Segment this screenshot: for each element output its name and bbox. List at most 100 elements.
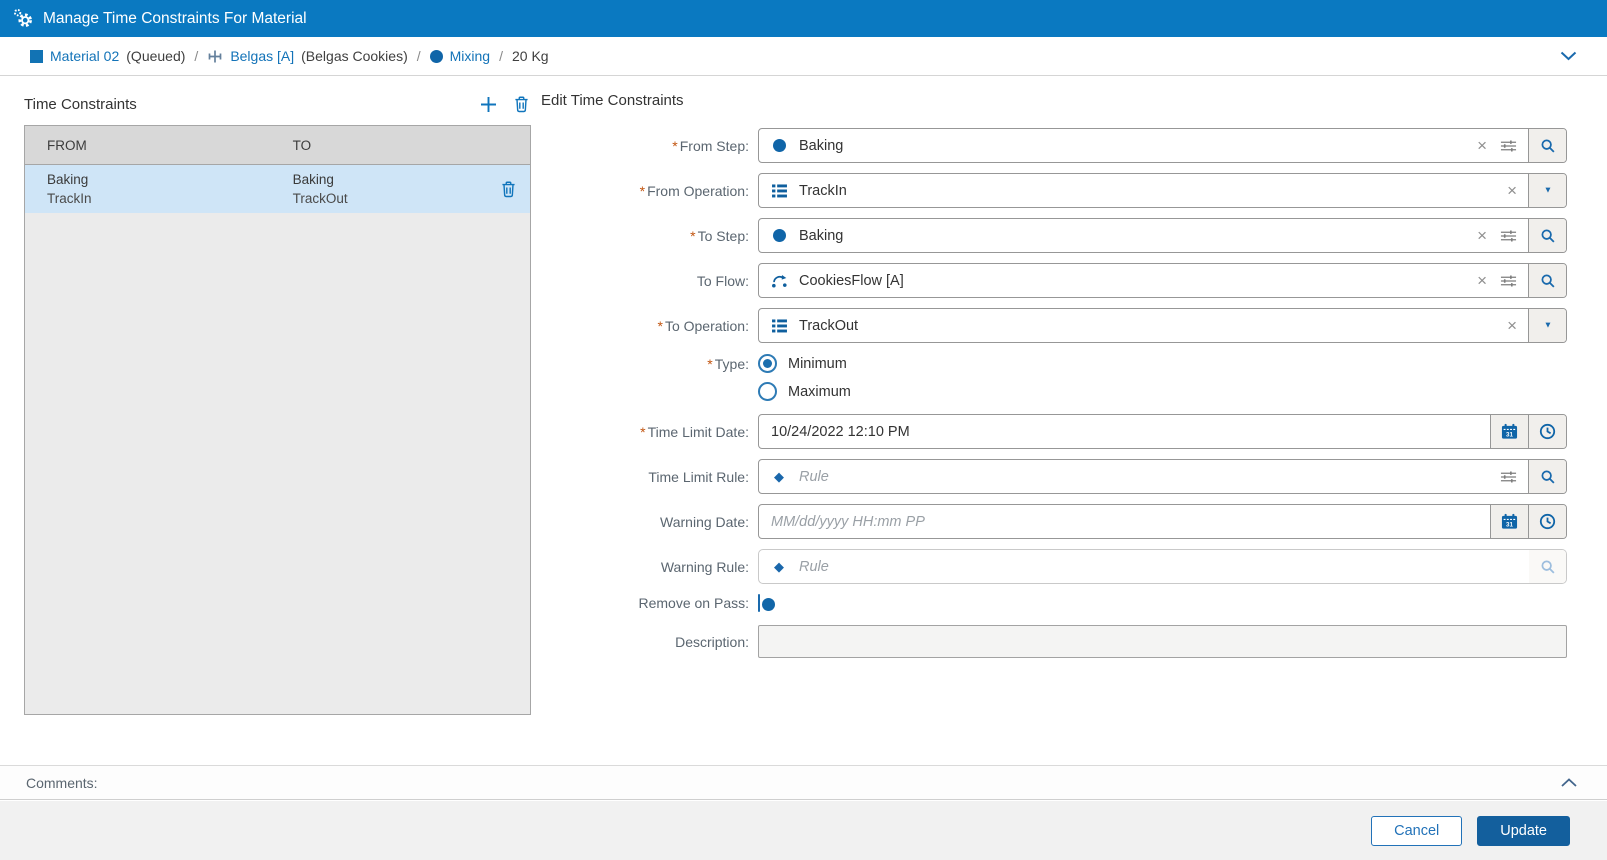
- chevron-down-icon: ▼: [1543, 320, 1552, 330]
- to-flow-search-button[interactable]: [1528, 264, 1566, 297]
- remove-on-pass-row: Remove on Pass:: [541, 594, 1567, 612]
- rule-diamond-icon: ◆: [774, 558, 784, 574]
- filter-settings-icon[interactable]: [1500, 274, 1517, 288]
- to-step-row: * To Step: Baking ×: [541, 218, 1567, 253]
- column-header-from: FROM: [47, 137, 87, 153]
- clear-icon[interactable]: ×: [1477, 137, 1487, 154]
- time-limit-date-calendar-button[interactable]: 31: [1490, 415, 1528, 448]
- form-title: Edit Time Constraints: [541, 92, 684, 109]
- edit-time-constraints-form: Edit Time Constraints * From Step: Baking…: [541, 92, 1567, 668]
- time-limit-date-clock-button[interactable]: [1528, 415, 1566, 448]
- breadcrumb-separator: /: [194, 48, 199, 64]
- time-limit-rule-field[interactable]: ◆ Rule: [758, 459, 1567, 494]
- warning-rule-field[interactable]: ◆ Rule: [758, 549, 1567, 584]
- comments-collapse-chevron-up-icon[interactable]: [1557, 774, 1581, 791]
- time-limit-rule-search-button[interactable]: [1528, 460, 1566, 493]
- time-limit-date-input[interactable]: [771, 423, 1490, 440]
- to-step-field[interactable]: Baking ×: [758, 218, 1567, 253]
- type-minimum-radio[interactable]: [758, 354, 777, 373]
- column-header-to: TO: [292, 137, 312, 153]
- material-icon: [30, 49, 43, 63]
- step-circle-icon: [759, 229, 799, 242]
- update-button[interactable]: Update: [1477, 815, 1570, 846]
- from-operation-row: * From Operation: TrackIn × ▼: [541, 173, 1567, 208]
- warning-date-input[interactable]: [771, 513, 1490, 530]
- svg-text:31: 31: [1506, 431, 1513, 438]
- delete-constraints-button[interactable]: [514, 95, 529, 113]
- from-operation-field[interactable]: TrackIn × ▼: [758, 173, 1567, 208]
- from-operation-label: * From Operation:: [639, 182, 749, 199]
- to-flow-row: To Flow: CookiesFlow [A] ×: [541, 263, 1567, 298]
- product-link[interactable]: Belgas [A]: [230, 48, 294, 64]
- material-quantity: 20 Kg: [512, 48, 549, 64]
- step-circle-icon: [759, 139, 799, 152]
- toggle-knob: [762, 597, 775, 611]
- breadcrumb-expand-chevron-down-icon[interactable]: [1556, 47, 1581, 65]
- time-constraints-table: FROM TO Baking TrackIn Baking TrackOut: [24, 125, 531, 715]
- warning-date-row: Warning Date: 31: [541, 504, 1567, 539]
- to-operation-field[interactable]: TrackOut × ▼: [758, 308, 1567, 343]
- row-to-step: Baking: [292, 172, 334, 187]
- from-operation-value: TrackIn: [799, 182, 847, 199]
- clear-icon[interactable]: ×: [1507, 182, 1517, 199]
- warning-rule-label: Warning Rule:: [660, 558, 749, 575]
- product-icon: [207, 49, 223, 64]
- svg-text:31: 31: [1506, 521, 1513, 528]
- breadcrumb-separator: /: [416, 48, 421, 64]
- to-flow-field[interactable]: CookiesFlow [A] ×: [758, 263, 1567, 298]
- description-input[interactable]: [758, 625, 1567, 658]
- warning-date-clock-button[interactable]: [1528, 505, 1566, 538]
- to-flow-value: CookiesFlow [A]: [799, 272, 904, 289]
- step-link[interactable]: Mixing: [450, 48, 490, 64]
- description-label: Description:: [675, 633, 749, 650]
- filter-settings-icon[interactable]: [1500, 470, 1517, 484]
- time-limit-date-field[interactable]: 31: [758, 414, 1567, 449]
- filter-settings-icon[interactable]: [1500, 139, 1517, 153]
- remove-on-pass-toggle[interactable]: [758, 594, 775, 612]
- operation-list-icon: [759, 318, 799, 333]
- remove-on-pass-label: Remove on Pass:: [638, 595, 750, 611]
- filter-settings-icon[interactable]: [1500, 229, 1517, 243]
- table-row[interactable]: Baking TrackIn Baking TrackOut: [25, 165, 530, 213]
- from-step-row: * From Step: Baking ×: [541, 128, 1567, 163]
- to-step-search-button[interactable]: [1528, 219, 1566, 252]
- material-status: (Queued): [126, 48, 186, 64]
- clear-icon[interactable]: ×: [1477, 227, 1487, 244]
- row-from-step: Baking: [47, 172, 89, 187]
- time-constraints-title: Time Constraints: [24, 95, 137, 113]
- clear-icon[interactable]: ×: [1507, 317, 1517, 334]
- material-link[interactable]: Material 02: [50, 48, 119, 64]
- clear-icon[interactable]: ×: [1477, 272, 1487, 289]
- type-maximum-label: Maximum: [788, 383, 851, 400]
- step-icon: [429, 49, 443, 63]
- type-row: * Type: Minimum Maximum: [541, 353, 1567, 401]
- description-row: Description:: [541, 625, 1567, 658]
- add-constraint-button[interactable]: [480, 96, 497, 113]
- comments-label: Comments:: [26, 774, 98, 791]
- type-maximum-radio[interactable]: [758, 382, 777, 401]
- table-empty-area: [25, 213, 530, 714]
- context-breadcrumb: Material 02 (Queued) / Belgas [A] (Belga…: [0, 37, 1607, 76]
- warning-date-field[interactable]: 31: [758, 504, 1567, 539]
- to-step-label: * To Step:: [690, 227, 749, 244]
- time-limit-date-label: * Time Limit Date:: [640, 423, 749, 440]
- from-step-label: * From Step:: [672, 137, 749, 154]
- to-operation-dropdown-button[interactable]: ▼: [1528, 309, 1566, 342]
- from-operation-dropdown-button[interactable]: ▼: [1528, 174, 1566, 207]
- from-step-search-button[interactable]: [1528, 129, 1566, 162]
- flow-icon: [759, 273, 799, 289]
- title-bar: Manage Time Constraints For Material: [0, 0, 1607, 37]
- breadcrumb-separator: /: [499, 48, 503, 64]
- cancel-button[interactable]: Cancel: [1371, 815, 1463, 846]
- warning-date-calendar-button[interactable]: 31: [1490, 505, 1528, 538]
- to-operation-value: TrackOut: [799, 317, 859, 334]
- time-constraints-header: Time Constraints: [24, 92, 531, 116]
- delete-row-button[interactable]: [501, 180, 516, 198]
- from-step-field[interactable]: Baking ×: [758, 128, 1567, 163]
- gears-icon: [13, 8, 34, 29]
- type-minimum-label: Minimum: [788, 355, 847, 372]
- breadcrumb-material: Material 02 (Queued): [30, 48, 185, 64]
- time-limit-rule-row: Time Limit Rule: ◆ Rule: [541, 459, 1567, 494]
- from-step-value: Baking: [799, 137, 844, 154]
- warning-rule-search-button[interactable]: [1529, 550, 1566, 583]
